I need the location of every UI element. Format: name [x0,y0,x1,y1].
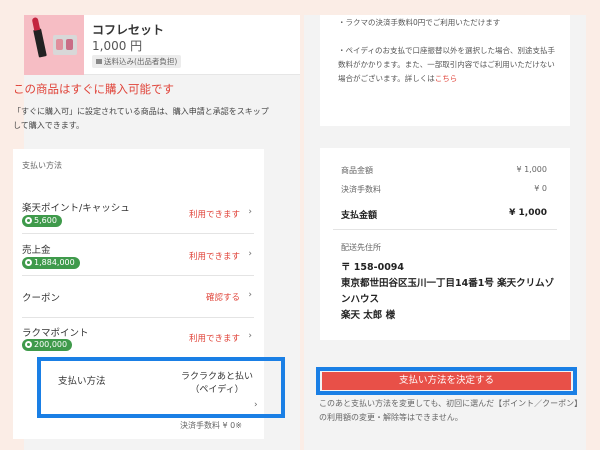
item-amount-value: ¥ 1,000 [516,165,547,174]
instant-purchase-title: この商品はすぐに購入可能です [13,82,174,96]
shipping-badge: 送料込み(出品者負担) [92,55,182,68]
row-link[interactable]: 利用できます [189,250,240,262]
fee-value: ¥ 0 [534,184,547,193]
payment-row-coupon[interactable]: クーポン 確認する › [22,276,254,318]
details-link[interactable]: こちら [435,74,458,83]
total-label: 支払金額 [341,211,378,221]
submit-note: このあと支払い方法を変更しても、初回に選んだ【ポイント／クーポン】の利用額の変更… [319,399,579,422]
fee-label: 決済手数料 [341,185,381,194]
coin-icon [25,341,32,348]
payment-section-label: 支払い方法 [22,161,62,170]
product-name: コフレセット [92,23,165,37]
balance-pill: 1,884,000 [22,257,80,269]
palette-icon [53,35,77,55]
note-paidy: ・ペイディのお支払で口座振替以外を選択した場合、別途支払手数料がかかります。また… [338,46,555,83]
truck-icon [96,59,102,64]
chevron-right-icon: › [248,331,252,341]
product-card[interactable]: コフレセット 1,000 円 送料込み(出品者負担) [24,15,300,75]
row-label: ラクマポイント [22,328,89,339]
chevron-right-icon: › [248,249,252,259]
divider [333,229,557,230]
row-link[interactable]: 利用できます [189,332,240,344]
coin-icon [25,259,32,266]
product-thumbnail [24,15,84,75]
chevron-right-icon: › [248,207,252,217]
shipping-badge-label: 送料込み(出品者負担) [104,57,178,66]
balance-pill: 5,600 [22,215,62,227]
product-price: 1,000 円 [92,39,143,53]
total-value: ¥ 1,000 [509,208,547,218]
coin-icon [25,217,32,224]
payment-method-label: 支払い方法 [58,376,106,387]
row-link[interactable]: 確認する [206,291,240,303]
submit-payment-button[interactable]: 支払い方法を決定する [322,372,571,390]
payment-row-sales[interactable]: 売上金 1,884,000 利用できます › [22,234,254,276]
address-label: 配送先住所 [341,243,381,252]
row-label: 楽天ポイント/キャッシュ [22,203,130,214]
fee-note: 決済手数料 ¥ 0※ [180,421,242,430]
chevron-right-icon: › [248,290,252,300]
row-label: 売上金 [22,245,51,256]
postal-code: 〒 158-0094 [341,262,405,273]
lipstick-icon [33,28,47,58]
shipping-address: 東京都世田谷区玉川一丁目14番1号 楽天クリムゾンハウス [341,278,555,305]
row-label: クーポン [22,293,61,304]
payment-row-rakuten-point[interactable]: 楽天ポイント/キャッシュ 5,600 利用できます › [22,192,254,234]
item-amount-label: 商品金額 [341,166,373,175]
note-fee-free: ・ラクマの決済手数料0円でご利用いただけます [338,18,501,27]
instant-purchase-description: 「すぐに購入可」に設定されている商品は、購入申請と承認をスキップして購入できます… [13,107,269,130]
payment-method-value[interactable]: ラクラクあと払い （ペイディ） [178,371,256,397]
row-link[interactable]: 利用できます [189,208,240,220]
chevron-right-icon: › [254,400,258,410]
recipient-name: 楽天 太郎 様 [341,310,396,321]
payment-row-rakuma-point[interactable]: ラクマポイント 200,000 利用できます › [22,318,254,360]
balance-pill: 200,000 [22,339,73,351]
